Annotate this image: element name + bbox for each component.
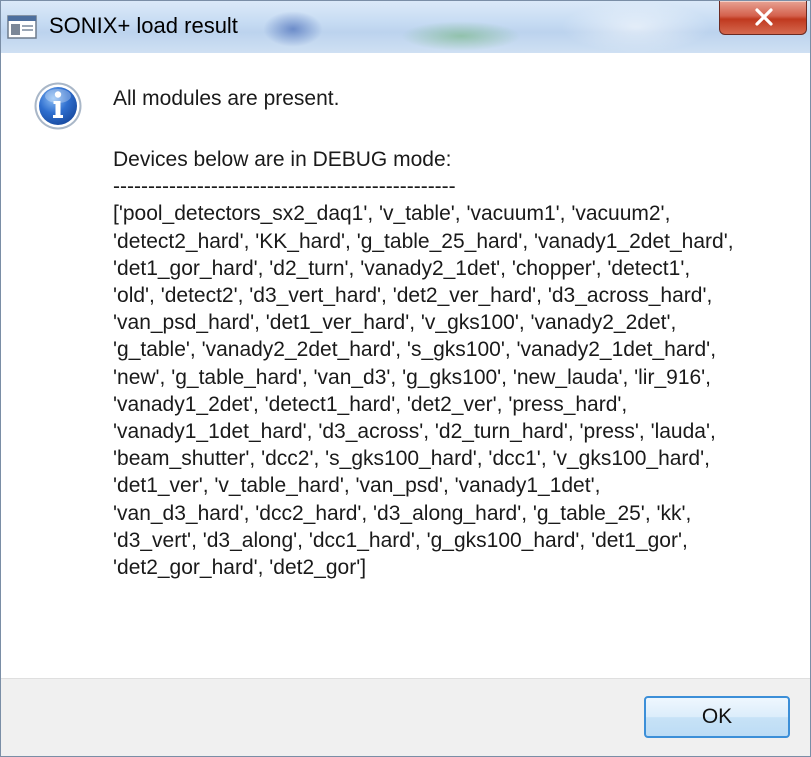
- titlebar-glass-reflection: [263, 11, 323, 47]
- dialog-footer: OK: [1, 678, 810, 756]
- debug-details: Devices below are in DEBUG mode: -------…: [113, 146, 803, 581]
- device-list-line: 'd3_vert', 'd3_along', 'dcc1_hard', 'g_g…: [113, 528, 688, 552]
- device-list-line: 'old', 'detect2', 'd3_vert_hard', 'det2_…: [113, 284, 713, 308]
- device-list-line: 'beam_shutter', 'dcc2', 's_gks100_hard',…: [113, 447, 710, 471]
- status-message: All modules are present.: [113, 87, 340, 110]
- device-list-line: 'g_table', 'vanady2_2det_hard', 's_gks10…: [113, 338, 717, 362]
- device-list-line: 'det1_gor_hard', 'd2_turn', 'vanady2_1de…: [113, 256, 691, 280]
- separator-line: ----------------------------------------…: [113, 175, 456, 199]
- close-icon: [755, 8, 773, 26]
- device-list-line: 'det1_ver', 'v_table_hard', 'van_psd', '…: [113, 474, 601, 498]
- ok-button[interactable]: OK: [644, 696, 790, 738]
- app-window-icon: [7, 15, 37, 39]
- device-list-line: 'detect2_hard', 'KK_hard', 'g_table_25_h…: [113, 229, 734, 253]
- dialog-window: SONIX+ load result All modules are prese…: [0, 0, 811, 757]
- device-list-line: 'vanady1_2det', 'detect1_hard', 'det2_ve…: [113, 392, 628, 416]
- device-list-line: 'det2_gor_hard', 'det2_gor']: [113, 556, 367, 580]
- device-list-line: 'van_psd_hard', 'det1_ver_hard', 'v_gks1…: [113, 311, 677, 335]
- close-button[interactable]: [719, 1, 807, 35]
- title-bar[interactable]: SONIX+ load result: [1, 1, 810, 53]
- device-list-line: 'new', 'g_table_hard', 'van_d3', 'g_gks1…: [113, 365, 712, 389]
- window-title: SONIX+ load result: [49, 13, 238, 38]
- titlebar-glass-reflection: [401, 21, 521, 51]
- device-list-line: 'van_d3_hard', 'dcc2_hard', 'd3_along_ha…: [113, 501, 692, 525]
- titlebar-glass-reflection: [561, 1, 711, 53]
- info-icon: [34, 82, 82, 130]
- device-list-line: ['pool_detectors_sx2_daq1', 'v_table', '…: [113, 202, 671, 226]
- device-list-line: 'vanady1_1det_hard', 'd3_across', 'd2_tu…: [113, 420, 716, 444]
- debug-header: Devices below are in DEBUG mode:: [113, 148, 452, 171]
